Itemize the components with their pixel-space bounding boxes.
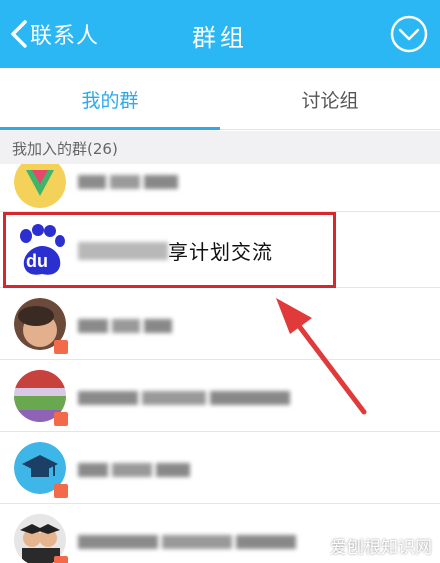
tab-bar: 我的群 讨论组: [0, 68, 440, 130]
group-name: [78, 170, 178, 194]
unread-badge: [54, 412, 68, 426]
section-label: 我加入的群(26): [12, 140, 118, 158]
watermark: 爱刨根知识网: [330, 538, 432, 558]
app-header: 联系人 群组: [0, 0, 440, 68]
chevron-down-circle-icon: [390, 15, 428, 53]
list-item[interactable]: [0, 360, 440, 432]
section-header: 我加入的群(26): [0, 131, 440, 164]
list-item[interactable]: [0, 164, 440, 212]
tab-my-groups[interactable]: 我的群: [0, 68, 220, 130]
list-item[interactable]: [0, 432, 440, 504]
group-avatar: [14, 164, 66, 208]
group-name: [78, 314, 172, 338]
highlight-frame: [3, 212, 336, 288]
unread-badge: [54, 340, 68, 354]
page-title: 群组: [192, 24, 248, 52]
unread-badge: [54, 556, 68, 563]
tab-discussion-groups[interactable]: 讨论组: [220, 68, 440, 130]
group-name: [78, 386, 290, 410]
list-item[interactable]: [0, 288, 440, 360]
group-name: [78, 530, 296, 554]
menu-button[interactable]: [389, 14, 429, 54]
group-name: [78, 458, 190, 482]
unread-badge: [54, 484, 68, 498]
active-tab-indicator: [0, 127, 220, 130]
